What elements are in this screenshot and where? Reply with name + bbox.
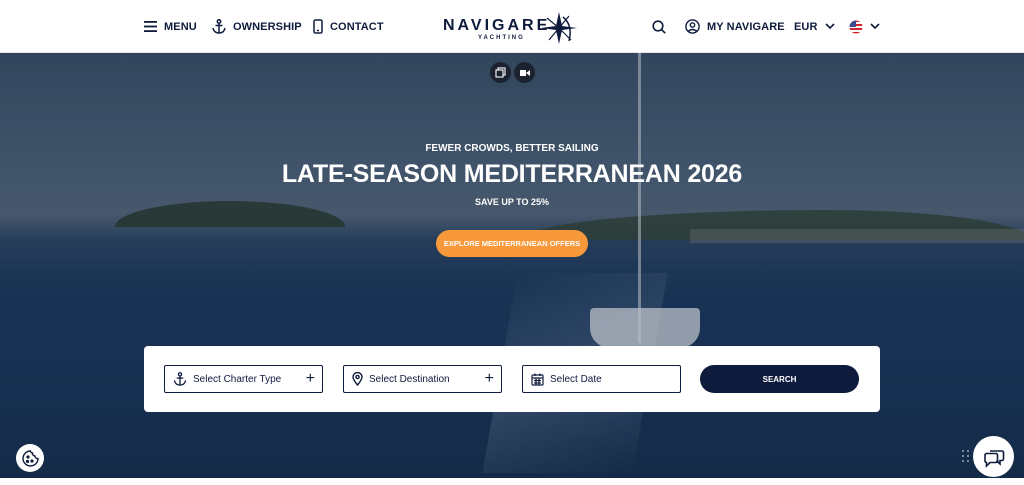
compass-star-icon — [541, 12, 577, 44]
navigare-logo[interactable]: NAVIGARE YACHTING — [443, 10, 583, 46]
anchor-icon — [173, 372, 187, 386]
charter-type-placeholder: Select Charter Type — [193, 373, 282, 385]
location-pin-icon — [352, 372, 363, 386]
plus-icon: + — [484, 370, 494, 387]
site-header: MENU OWNERSHIP CONTACT NAVIGARE YACHTING… — [0, 0, 1024, 53]
destination-select[interactable]: Select Destination + — [343, 365, 502, 393]
logo-subtitle: YACHTING — [478, 35, 525, 41]
anchor-icon — [212, 19, 226, 34]
search-submit-button[interactable]: SEARCH — [700, 365, 859, 393]
currency-selector[interactable]: EUR — [794, 0, 835, 53]
charter-search-panel: Select Charter Type + Select Destination… — [144, 346, 880, 412]
hero-overlay — [0, 53, 1024, 478]
chevron-down-icon — [870, 23, 880, 30]
search-button[interactable] — [652, 0, 666, 53]
calendar-icon — [531, 373, 544, 386]
my-navigare-label: MY NAVIGARE — [707, 20, 785, 33]
contact-link[interactable]: CONTACT — [313, 0, 384, 53]
my-navigare-link[interactable]: MY NAVIGARE — [685, 0, 785, 53]
logo-wordmark: NAVIGARE — [443, 17, 551, 34]
chat-widget-button[interactable] — [973, 436, 1014, 477]
date-select[interactable]: Select Date — [522, 365, 681, 393]
currency-label: EUR — [794, 20, 818, 33]
gallery-icon — [495, 67, 506, 78]
menu-icon — [144, 21, 157, 32]
video-icon — [519, 69, 530, 76]
cookie-icon — [21, 449, 39, 467]
contact-label: CONTACT — [330, 20, 384, 33]
date-placeholder: Select Date — [550, 373, 602, 385]
ownership-link[interactable]: OWNERSHIP — [212, 0, 302, 53]
drag-handle-icon[interactable] — [962, 450, 970, 464]
language-selector[interactable] — [849, 0, 880, 53]
destination-placeholder: Select Destination — [369, 373, 450, 385]
chevron-down-icon — [824, 23, 835, 30]
ownership-label: OWNERSHIP — [233, 20, 302, 33]
search-icon — [652, 19, 666, 34]
menu-button[interactable]: MENU — [144, 0, 197, 53]
plus-icon: + — [305, 370, 315, 387]
hero-banner: FEWER CROWDS, BETTER SAILING LATE-SEASON… — [0, 53, 1024, 478]
cookie-settings-button[interactable] — [16, 444, 44, 472]
hero-subline: SAVE UP TO 25% — [474, 197, 550, 207]
us-flag-icon — [849, 20, 863, 33]
hero-headline: LATE-SEASON MEDITERRANEAN 2026 — [281, 160, 743, 188]
charter-type-select[interactable]: Select Charter Type + — [164, 365, 323, 393]
user-icon — [685, 19, 700, 34]
gallery-button[interactable] — [490, 62, 511, 83]
chat-icon — [983, 449, 1004, 468]
menu-label: MENU — [164, 20, 197, 33]
page-bottom-edge — [0, 478, 1024, 485]
phone-icon — [313, 19, 323, 34]
explore-offers-button[interactable]: EXPLORE MEDITERRANEAN OFFERS — [436, 230, 588, 257]
video-button[interactable] — [514, 62, 535, 83]
hero-eyebrow: FEWER CROWDS, BETTER SAILING — [425, 143, 599, 154]
